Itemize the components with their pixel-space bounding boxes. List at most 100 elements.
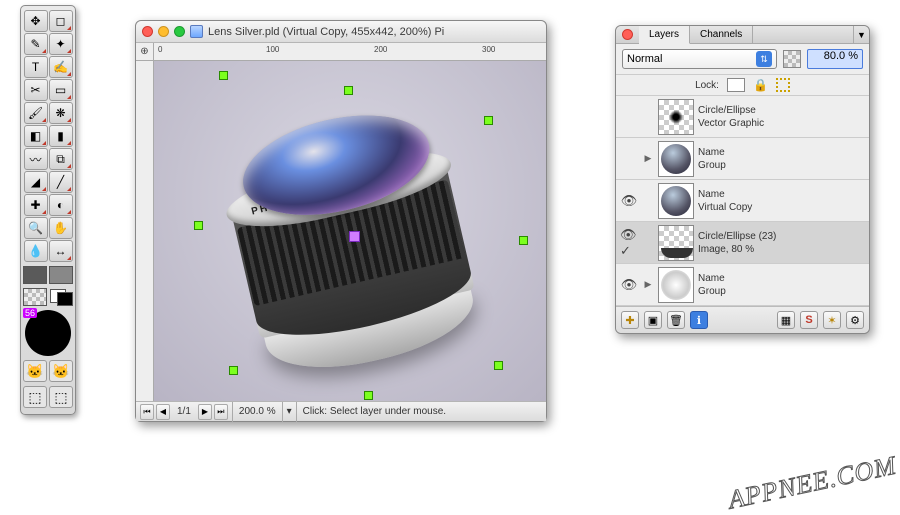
lock-position[interactable] <box>776 78 790 92</box>
close-icon[interactable] <box>142 26 153 37</box>
layers-panel: Layers Channels ▼ Normal ⇅ 80.0 % Lock: … <box>615 25 870 334</box>
heal-tool[interactable]: ✚ <box>24 194 48 216</box>
brush-preview[interactable]: 56 <box>25 310 71 356</box>
layer-thumb[interactable] <box>658 183 694 219</box>
lock-icon[interactable]: 🔒 <box>753 78 768 92</box>
transform-handle[interactable] <box>484 116 493 125</box>
move-tool[interactable]: ✥ <box>24 10 48 32</box>
blend-mode-select[interactable]: Normal ⇅ <box>622 49 777 69</box>
zoom-window-icon[interactable] <box>174 26 185 37</box>
first-page-button[interactable]: ⏮ <box>140 404 154 420</box>
ruler-origin[interactable]: ⊕ <box>136 43 154 61</box>
spray-tool[interactable]: ❋ <box>49 102 73 124</box>
expand-toggle[interactable]: ▶ <box>642 279 654 290</box>
document-icon <box>190 25 203 38</box>
background-color[interactable] <box>49 266 73 284</box>
text-tool[interactable]: T <box>24 56 48 78</box>
transform-handle[interactable] <box>364 391 373 400</box>
panel-menu-icon[interactable]: ▼ <box>853 26 869 43</box>
transform-handle[interactable] <box>344 86 353 95</box>
transform-handle[interactable] <box>494 361 503 370</box>
zoom-value[interactable]: 200.0 % <box>233 402 283 422</box>
transform-handle[interactable] <box>219 71 228 80</box>
zoom-dropdown-icon[interactable]: ▾ <box>283 402 297 422</box>
eyedrop-tool[interactable]: 💧 <box>24 240 48 262</box>
visibility-toggle[interactable]: 👁 <box>620 277 638 293</box>
toolbox-panel: ✥ ◻ ✎ ✦ T ✍ ✂ ▭ 🖌 ❋ ◧ ▮ 〰 ⧉ ◢ ╱ ✚ ◐ 🔍 ✋ … <box>20 5 76 415</box>
hand-tool[interactable]: ✋ <box>49 217 73 239</box>
last-page-button[interactable]: ⏭ <box>214 404 228 420</box>
opacity-swatch[interactable] <box>783 50 801 68</box>
transform-center-handle[interactable] <box>349 231 360 242</box>
next-page-button[interactable]: ▶ <box>198 404 212 420</box>
dodge-tool[interactable]: ◐ <box>49 194 73 216</box>
color-swatches <box>23 266 73 284</box>
stamp-tool[interactable]: ⧉ <box>49 148 73 170</box>
transform-handle[interactable] <box>519 236 528 245</box>
line-tool[interactable]: ╱ <box>49 171 73 193</box>
fx-button[interactable]: ▦ <box>777 311 795 329</box>
titlebar[interactable]: Lens Silver.pld (Virtual Copy, 455x442, … <box>136 21 546 43</box>
measure-tool[interactable]: ↔ <box>49 240 73 262</box>
layer-kind: Group <box>698 159 726 172</box>
layer-name: Name <box>698 188 752 201</box>
tab-layers[interactable]: Layers <box>639 26 690 44</box>
smudge-tool[interactable]: 〰 <box>24 148 48 170</box>
bw-swap[interactable] <box>49 288 73 306</box>
slice-tool[interactable]: ▭ <box>49 79 73 101</box>
panel-close-icon[interactable] <box>622 29 633 40</box>
expand-toggle[interactable]: ▶ <box>642 153 654 164</box>
zoom-tool[interactable]: 🔍 <box>24 217 48 239</box>
eraser-tool[interactable]: ◧ <box>24 125 48 147</box>
layer-row[interactable]: 👁 ▶ Name Group <box>616 264 869 306</box>
lock-row: Lock: 🔒 <box>616 75 869 96</box>
layer-kind: Virtual Copy <box>698 201 752 214</box>
layer-row[interactable]: 👁✓ Circle/Ellipse (23) Image, 80 % <box>616 222 869 264</box>
gradient-tool[interactable]: ◢ <box>24 171 48 193</box>
preset-c[interactable]: ⬚ <box>23 386 47 408</box>
layer-name: Name <box>698 272 726 285</box>
visibility-toggle[interactable]: 👁✓ <box>620 227 638 259</box>
wand-tool[interactable]: ✦ <box>49 33 73 55</box>
prev-page-button[interactable]: ◀ <box>156 404 170 420</box>
layer-row[interactable]: ▶ Name Group <box>616 138 869 180</box>
select-tool[interactable]: ◻ <box>49 10 73 32</box>
opacity-input[interactable]: 80.0 % <box>807 49 863 69</box>
status-bar: ⏮ ◀ 1/1 ▶ ⏭ 200.0 % ▾ Click: Select laye… <box>136 401 546 421</box>
path-tool[interactable]: ✍ <box>49 56 73 78</box>
lock-label: Lock: <box>695 80 719 91</box>
ruler-horizontal: ⊕ 0 100 200 300 <box>136 43 546 61</box>
layer-thumb[interactable] <box>658 141 694 177</box>
fill-tool[interactable]: ▮ <box>49 125 73 147</box>
layer-kind: Image, 80 % <box>698 243 776 256</box>
settings-button[interactable]: ⚙ <box>846 311 864 329</box>
preset-d[interactable]: ⬚ <box>49 386 73 408</box>
transform-handle[interactable] <box>194 221 203 230</box>
style-button[interactable]: S <box>800 311 818 329</box>
layer-thumb[interactable] <box>658 99 694 135</box>
new-group-button[interactable]: ▣ <box>644 311 662 329</box>
transform-handle[interactable] <box>229 366 238 375</box>
lasso-tool[interactable]: ✎ <box>24 33 48 55</box>
layer-info-button[interactable]: ℹ <box>690 311 708 329</box>
new-layer-button[interactable]: ✚ <box>621 311 639 329</box>
pattern-swatch[interactable] <box>23 288 47 306</box>
minimize-icon[interactable] <box>158 26 169 37</box>
lock-transparency[interactable] <box>727 78 745 92</box>
layer-row[interactable]: 👁 Name Virtual Copy <box>616 180 869 222</box>
crop-tool[interactable]: ✂ <box>24 79 48 101</box>
delete-layer-button[interactable]: 🗑 <box>667 311 685 329</box>
visibility-toggle[interactable]: 👁 <box>620 193 638 209</box>
foreground-color[interactable] <box>23 266 47 284</box>
tab-channels[interactable]: Channels <box>690 26 753 43</box>
blend-row: Normal ⇅ 80.0 % <box>616 44 869 75</box>
mask-button[interactable]: ✶ <box>823 311 841 329</box>
brush-tool[interactable]: 🖌 <box>24 102 48 124</box>
layer-thumb[interactable] <box>658 225 694 261</box>
preset-b[interactable]: 🐱 <box>49 360 73 382</box>
preset-a[interactable]: 🐱 <box>23 360 47 382</box>
canvas[interactable]: 18 24 35 45 55 PHOTOLINE 18-120MM <box>154 61 546 401</box>
layer-thumb[interactable] <box>658 267 694 303</box>
layer-row[interactable]: Circle/Ellipse Vector Graphic <box>616 96 869 138</box>
layers-toolbar: ✚ ▣ 🗑 ℹ ▦ S ✶ ⚙ <box>616 306 869 333</box>
